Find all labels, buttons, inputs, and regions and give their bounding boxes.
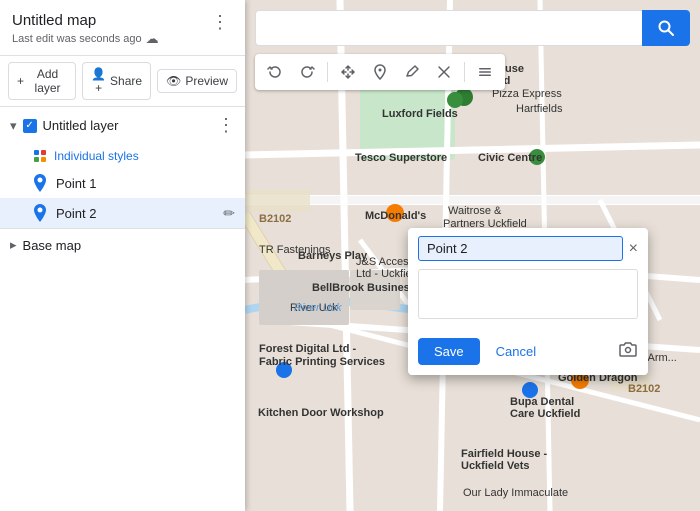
map-title-menu[interactable]: ⋮	[207, 12, 233, 33]
point1-left: Point 1	[32, 173, 96, 193]
point1-label: Point 1	[56, 176, 96, 191]
edit-tool-button[interactable]	[398, 58, 426, 86]
delete-tool-button[interactable]	[430, 58, 458, 86]
add-layer-label: Add layer	[28, 67, 67, 95]
point2-label: Point 2	[56, 206, 96, 221]
preview-icon: 👁	[166, 74, 181, 88]
point1-pin-icon	[32, 173, 48, 193]
dialog-close-button[interactable]: ×	[629, 240, 638, 258]
layer-header: ▾ Untitled layer ⋮	[0, 107, 245, 144]
search-bar	[255, 8, 690, 48]
dialog-name-input[interactable]	[418, 236, 623, 261]
marker-tool-button[interactable]	[366, 58, 394, 86]
toolbar: + Add layer 👤+ Share 👁 Preview	[0, 56, 245, 107]
base-map-expand-icon: ▸	[10, 237, 17, 253]
map-title: Untitled map	[12, 12, 159, 29]
point2-pin-icon	[32, 203, 48, 223]
search-button[interactable]	[642, 10, 690, 46]
layer-name: Untitled layer	[43, 118, 119, 133]
tool-separator-1	[327, 62, 328, 82]
add-layer-icon: +	[17, 74, 24, 88]
menu-tool-button[interactable]	[471, 58, 499, 86]
tool-separator-2	[464, 62, 465, 82]
search-input[interactable]	[255, 10, 642, 46]
map-subtitle: Last edit was seconds ago ☁	[12, 31, 159, 47]
layer-checkbox[interactable]	[23, 119, 37, 133]
preview-button[interactable]: 👁 Preview	[157, 69, 237, 93]
share-label: Share	[110, 74, 142, 88]
dialog-camera-button[interactable]	[618, 339, 638, 364]
style-icon	[32, 148, 48, 164]
point2-edit-icon[interactable]: ✏	[223, 205, 235, 222]
map-header: Untitled map Last edit was seconds ago ☁…	[0, 0, 245, 56]
point1-item[interactable]: Point 1 ✏	[0, 168, 245, 198]
layer-title-row: ▾ Untitled layer	[10, 118, 118, 134]
map-subtitle-text: Last edit was seconds ago	[12, 33, 142, 45]
base-map-label: Base map	[23, 238, 82, 253]
map-tools	[255, 54, 505, 90]
sidebar: Untitled map Last edit was seconds ago ☁…	[0, 0, 245, 511]
individual-styles-label[interactable]: Individual styles	[54, 149, 139, 163]
dialog-cancel-button[interactable]: Cancel	[488, 338, 544, 365]
map-title-area: Untitled map Last edit was seconds ago ☁	[12, 12, 159, 47]
cloud-icon: ☁	[146, 31, 159, 47]
pan-tool-button[interactable]	[334, 58, 362, 86]
dialog-footer: Save Cancel	[408, 332, 648, 375]
layer-expand-icon[interactable]: ▾	[10, 118, 17, 134]
individual-styles-row: Individual styles	[0, 144, 245, 168]
untitled-layer: ▾ Untitled layer ⋮ Individual styles	[0, 107, 245, 228]
add-layer-button[interactable]: + Add layer	[8, 62, 76, 100]
base-map-section[interactable]: ▸ Base map	[0, 228, 245, 261]
undo-button[interactable]	[261, 58, 289, 86]
point2-left: Point 2	[32, 203, 96, 223]
layers-section: ▾ Untitled layer ⋮ Individual styles	[0, 107, 245, 511]
layer-menu-icon[interactable]: ⋮	[217, 115, 235, 136]
edit-dialog: × Save Cancel	[408, 228, 648, 375]
point2-item[interactable]: Point 2 ✏	[0, 198, 245, 228]
dialog-description-input[interactable]	[418, 269, 638, 319]
redo-button[interactable]	[293, 58, 321, 86]
preview-label: Preview	[185, 74, 228, 88]
share-icon: 👤+	[91, 67, 106, 95]
share-button[interactable]: 👤+ Share	[82, 62, 151, 100]
dialog-header: ×	[408, 228, 648, 261]
dialog-save-button[interactable]: Save	[418, 338, 480, 365]
